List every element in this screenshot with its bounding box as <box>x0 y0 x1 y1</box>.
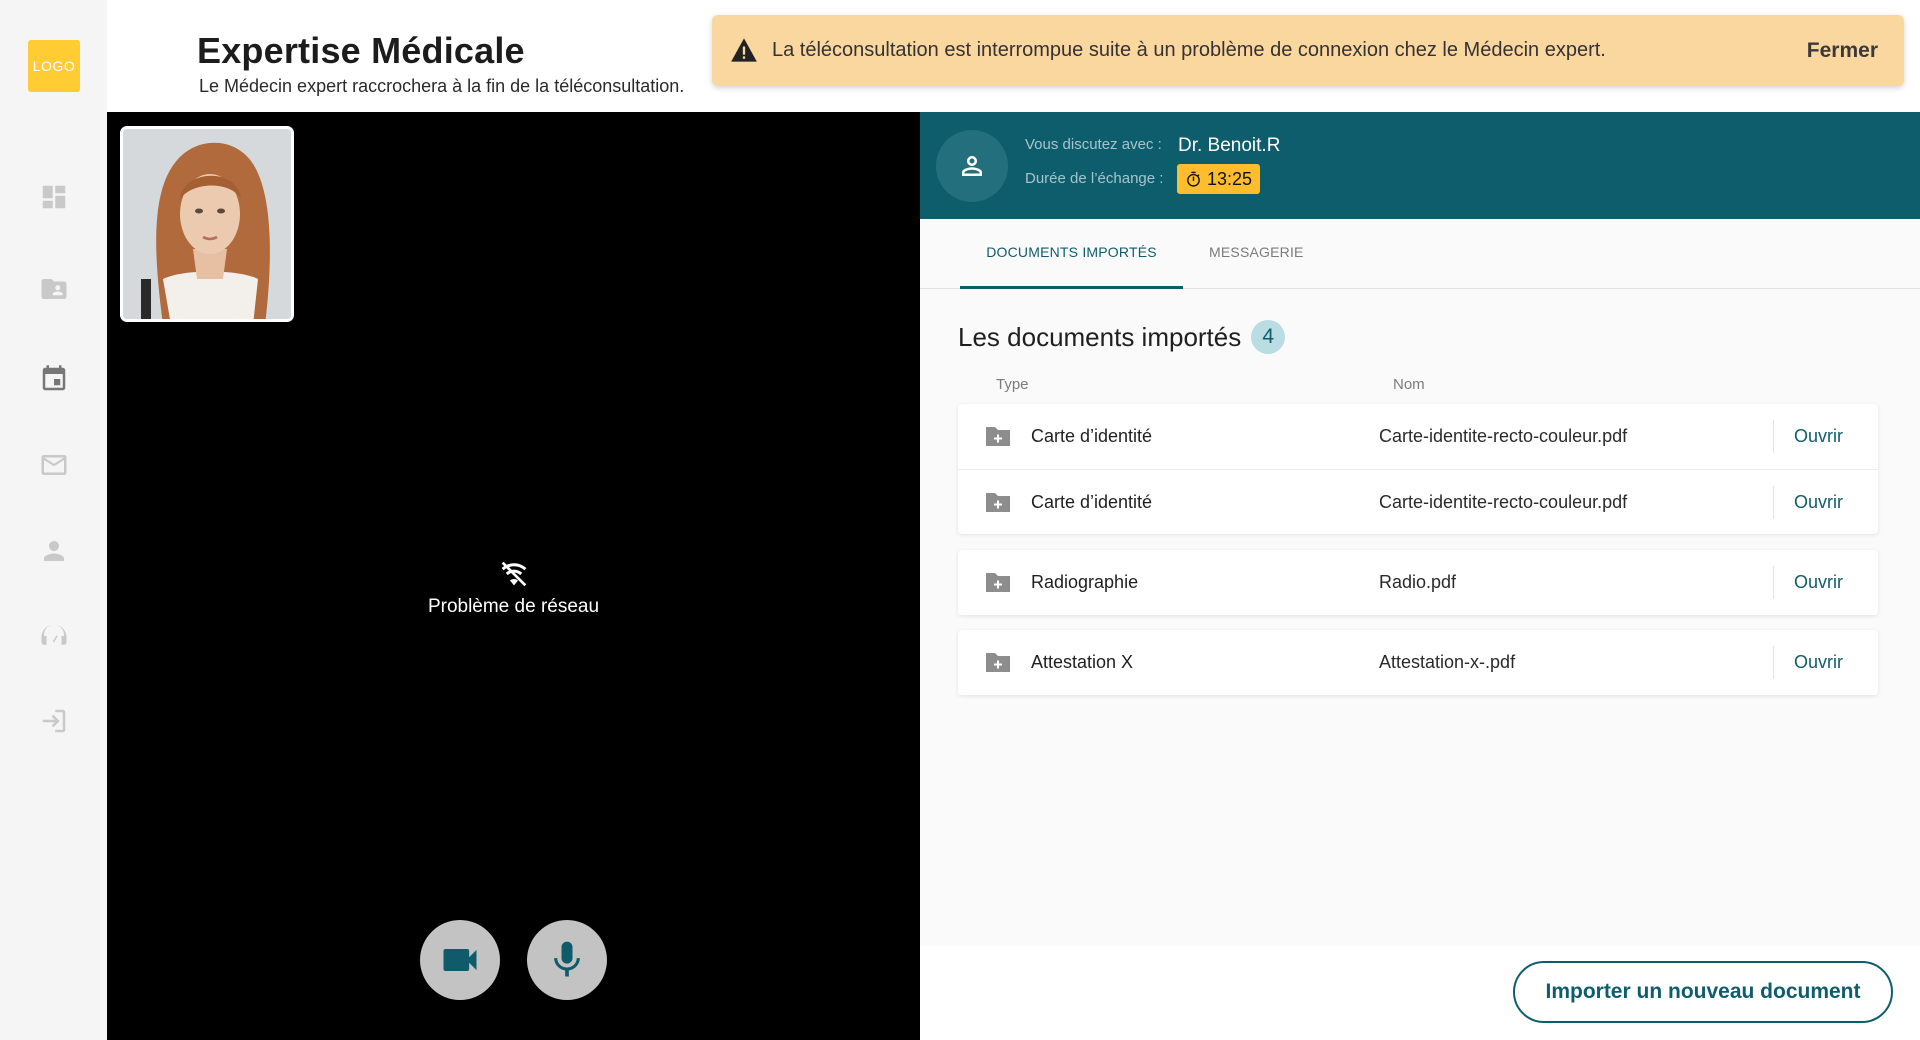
column-header-type: Type <box>996 376 1029 393</box>
document-filename: Attestation-x-.pdf <box>1379 652 1516 672</box>
logo: LOGO <box>28 40 80 92</box>
documents-title: Les documents importés <box>958 321 1242 352</box>
support-icon[interactable] <box>37 619 71 653</box>
warning-icon <box>731 38 757 62</box>
timer-icon <box>1187 171 1200 187</box>
wifi-off-icon <box>501 561 526 587</box>
avatar <box>936 130 1008 202</box>
open-document-link[interactable]: Ouvrir <box>1794 404 1843 469</box>
microphone-icon <box>554 941 580 977</box>
network-status-text: Problème de réseau <box>427 596 600 617</box>
row-divider <box>1773 486 1774 519</box>
import-document-button[interactable]: Importer un nouveau document <box>1513 961 1893 1023</box>
folder-add-icon <box>986 493 1010 512</box>
document-type: Carte d’identité <box>1031 492 1153 512</box>
column-header-name: Nom <box>1393 376 1425 393</box>
connection-alert: La téléconsultation est interrompue suit… <box>712 15 1904 86</box>
tab-documents-importes[interactable]: DOCUMENTS IMPORTÉS <box>960 219 1183 289</box>
panel-footer: Importer un nouveau document <box>920 946 1920 1040</box>
document-card: Radiographie Radio.pdf Ouvrir <box>958 550 1878 615</box>
document-type: Carte d’identité <box>1031 426 1153 446</box>
tabs: DOCUMENTS IMPORTÉS MESSAGERIE <box>920 219 1920 289</box>
chat-header: Vous discutez avec : Durée de l’échange … <box>920 112 1920 219</box>
document-card: Attestation X Attestation-x-.pdf Ouvrir <box>958 630 1878 695</box>
document-row: Radiographie Radio.pdf Ouvrir <box>958 550 1878 615</box>
dashboard-icon[interactable] <box>37 180 71 214</box>
duration-value: 13:25 <box>1207 168 1253 189</box>
video-area: Problème de réseau <box>107 112 920 1040</box>
folder-add-icon <box>986 653 1010 672</box>
document-filename: Carte-identite-recto-couleur.pdf <box>1379 426 1628 446</box>
row-divider <box>1773 420 1774 453</box>
tab-messagerie[interactable]: MESSAGERIE <box>1209 219 1304 289</box>
open-document-link[interactable]: Ouvrir <box>1794 550 1843 615</box>
document-row: Carte d’identité Carte-identite-recto-cou… <box>958 404 1878 469</box>
folder-add-icon <box>986 573 1010 592</box>
alert-close-button[interactable]: Fermer <box>1807 15 1878 86</box>
open-document-link[interactable]: Ouvrir <box>1794 630 1843 695</box>
network-status: Problème de réseau <box>107 558 920 618</box>
side-panel: Vous discutez avec : Durée de l’échange … <box>920 112 1920 1040</box>
documents-heading: Les documents importés 4 <box>958 320 1286 354</box>
microphone-toggle-button[interactable] <box>527 920 607 1000</box>
open-document-link[interactable]: Ouvrir <box>1794 470 1843 535</box>
person-icon <box>962 156 982 176</box>
duration-label: Durée de l’échange : <box>1025 170 1164 187</box>
documents-count-badge: 4 <box>1251 320 1286 354</box>
document-type: Radiographie <box>1031 572 1139 592</box>
person-icon[interactable] <box>37 534 71 568</box>
folder-add-icon <box>986 427 1010 446</box>
document-filename: Carte-identite-recto-couleur.pdf <box>1379 492 1628 512</box>
participant-portrait <box>123 129 291 319</box>
camera-toggle-button[interactable] <box>420 920 500 1000</box>
chat-with-label: Vous discutez avec : <box>1025 136 1162 153</box>
document-card: Carte d’identité Carte-identite-recto-cou… <box>958 404 1878 534</box>
document-filename: Radio.pdf <box>1379 572 1457 592</box>
logout-icon[interactable] <box>37 704 71 738</box>
document-type: Attestation X <box>1031 652 1134 672</box>
document-row: Attestation X Attestation-x-.pdf Ouvrir <box>958 630 1878 695</box>
page-subtitle: Le Médecin expert raccrochera à la fin d… <box>199 76 685 96</box>
document-row: Carte d’identité Carte-identite-recto-cou… <box>958 469 1878 534</box>
sidebar: LOGO <box>0 0 107 1040</box>
page-title: Expertise Médicale <box>197 30 525 71</box>
self-view-video <box>120 126 294 322</box>
row-divider <box>1773 566 1774 599</box>
video-camera-icon <box>443 949 477 971</box>
calendar-icon[interactable] <box>37 362 71 396</box>
row-divider <box>1773 646 1774 679</box>
folder-user-icon[interactable] <box>37 272 71 306</box>
duration-badge: 13:25 <box>1177 164 1261 194</box>
doctor-name: Dr. Benoit.R <box>1178 135 1281 156</box>
mail-icon[interactable] <box>37 448 71 482</box>
alert-message: La téléconsultation est interrompue suit… <box>772 39 1606 61</box>
